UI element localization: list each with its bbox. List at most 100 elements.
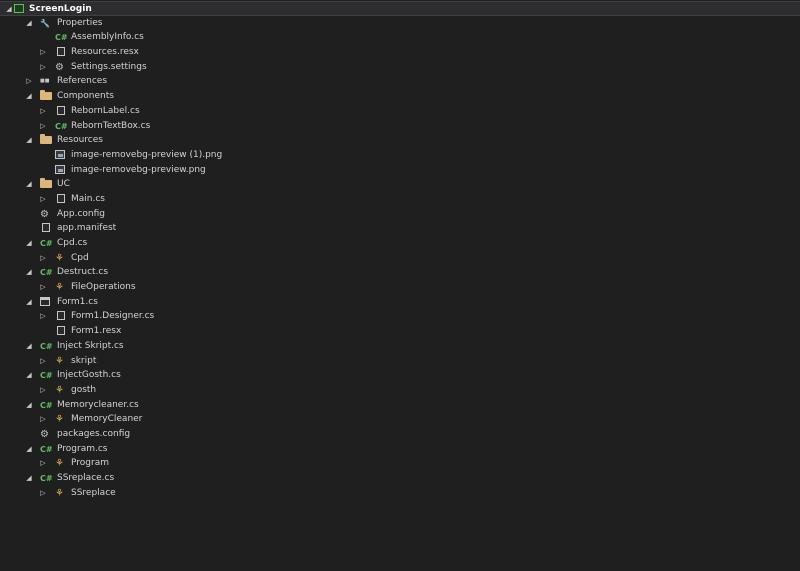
- tree-item-label: Cpd.cs: [57, 238, 88, 248]
- tree-item-label: image-removebg-preview.png: [71, 164, 206, 175]
- collapsed-chevron-icon[interactable]: ▷: [38, 45, 48, 60]
- tree-item[interactable]: ▷ ⚘ skript: [0, 354, 800, 369]
- tree-item[interactable]: ◢ ScreenLogin: [0, 1, 800, 16]
- tree-item-label: Form1.Designer.cs: [71, 311, 155, 322]
- tree-item[interactable]: ▷ ⚘ MemoryCleaner: [0, 412, 800, 427]
- expanded-chevron-icon[interactable]: ◢: [24, 177, 34, 192]
- csharp-file-icon: C#: [40, 400, 53, 410]
- tree-item[interactable]: ▷ Form1.Designer.cs: [0, 309, 800, 324]
- image-file-icon: [55, 149, 67, 161]
- collapsed-chevron-icon[interactable]: ▷: [38, 354, 48, 369]
- tree-item[interactable]: ▷ ⚘ FileOperations: [0, 280, 800, 295]
- tree-item[interactable]: ◢ C# Destruct.cs: [0, 265, 800, 280]
- collapsed-chevron-icon[interactable]: ▷: [38, 104, 48, 119]
- tree-item-label: SSreplace: [71, 487, 116, 498]
- tree-item[interactable]: ▷ ⚙ Settings.settings: [0, 60, 800, 75]
- collapsed-chevron-icon[interactable]: ▷: [24, 74, 34, 89]
- class-icon: ⚘: [55, 414, 64, 426]
- csharp-file-icon: C#: [40, 444, 53, 454]
- expanded-chevron-icon[interactable]: ◢: [24, 16, 34, 31]
- collapsed-chevron-icon[interactable]: ▷: [38, 309, 48, 324]
- tree-item-label: Form1.resx: [71, 326, 122, 337]
- csharp-file-icon: C#: [40, 268, 53, 278]
- tree-item-label: app.manifest: [57, 223, 117, 234]
- collapsed-chevron-icon[interactable]: ▷: [38, 383, 48, 398]
- csharp-file-icon: C#: [55, 121, 68, 131]
- tree-item[interactable]: ▷ ⚘ SSreplace: [0, 486, 800, 501]
- tree-item[interactable]: image-removebg-preview (1).png: [0, 148, 800, 163]
- expanded-chevron-icon[interactable]: ◢: [24, 442, 34, 457]
- tree-item[interactable]: ◢ Components: [0, 89, 800, 104]
- tree-item-label: Form1.cs: [57, 296, 98, 307]
- expanded-chevron-icon[interactable]: ◢: [4, 2, 14, 17]
- tree-item[interactable]: ▷ ■■ References: [0, 74, 800, 89]
- tree-item-label: Components: [57, 91, 114, 102]
- collapsed-chevron-icon[interactable]: ▷: [38, 119, 48, 134]
- tree-item[interactable]: ◢ C# Cpd.cs: [0, 236, 800, 251]
- expanded-chevron-icon[interactable]: ◢: [24, 265, 34, 280]
- resource-file-icon: [55, 47, 67, 58]
- tree-item-label: Resources.resx: [71, 47, 139, 58]
- tree-item-label: Destruct.cs: [57, 267, 109, 278]
- expanded-chevron-icon[interactable]: ◢: [24, 295, 34, 310]
- tree-item[interactable]: Form1.resx: [0, 324, 800, 339]
- collapsed-chevron-icon[interactable]: ▷: [38, 486, 48, 501]
- expanded-chevron-icon[interactable]: ◢: [24, 236, 34, 251]
- expanded-chevron-icon[interactable]: ◢: [24, 471, 34, 486]
- collapsed-chevron-icon[interactable]: ▷: [38, 60, 48, 75]
- collapsed-chevron-icon[interactable]: ▷: [38, 251, 48, 266]
- collapsed-chevron-icon[interactable]: ▷: [38, 280, 48, 295]
- tree-item-label: AssemblyInfo.cs: [71, 32, 144, 43]
- tree-item-label: FileOperations: [71, 282, 136, 293]
- tree-item-label: Resources: [57, 135, 103, 146]
- expanded-chevron-icon[interactable]: ◢: [24, 89, 34, 104]
- component-file-icon: [55, 105, 67, 117]
- expanded-chevron-icon[interactable]: ◢: [24, 339, 34, 354]
- tree-item[interactable]: C# AssemblyInfo.cs: [0, 30, 800, 45]
- tree-item-label: SSreplace.cs: [57, 473, 115, 483]
- tree-item[interactable]: ▷ Resources.resx: [0, 45, 800, 60]
- csharp-file-icon: C#: [40, 239, 53, 248]
- tree-item-label: UC: [57, 179, 70, 190]
- folder-icon: [40, 178, 52, 190]
- tree-item[interactable]: ▷ C# RebornTextBox.cs: [0, 119, 800, 134]
- tree-item[interactable]: ⚙ packages.config: [0, 427, 800, 442]
- tree-item[interactable]: ◢ 🔧 Properties: [0, 16, 800, 31]
- tree-item[interactable]: ▷ ⚘ Program: [0, 456, 800, 471]
- tree-item[interactable]: ▷ Main.cs: [0, 192, 800, 207]
- settings-gear-icon: ⚙: [55, 61, 64, 73]
- tree-item-label: MemoryCleaner: [71, 414, 143, 425]
- tree-item[interactable]: image-removebg-preview.png: [0, 163, 800, 178]
- collapsed-chevron-icon[interactable]: ▷: [38, 192, 48, 207]
- solution-explorer-tree: ◢ ScreenLogin ◢ 🔧 Properties C# AssemblyInfo.c…: [0, 1, 800, 500]
- tree-item[interactable]: ◢ Resources: [0, 133, 800, 148]
- tree-item[interactable]: ▷ ⚘ Cpd: [0, 251, 800, 266]
- tree-item[interactable]: ◢ C# InjectGosth.cs: [0, 368, 800, 383]
- tree-item-label: ScreenLogin: [29, 4, 92, 14]
- tree-item[interactable]: ◢ C# Memorycleaner.cs: [0, 398, 800, 413]
- image-file-icon: [55, 164, 67, 176]
- expanded-chevron-icon[interactable]: ◢: [24, 368, 34, 383]
- manifest-file-icon: [40, 223, 52, 234]
- tree-item-label: RebornTextBox.cs: [71, 120, 151, 131]
- tree-item[interactable]: ◢ UC: [0, 177, 800, 192]
- csharp-file-icon: C#: [40, 371, 53, 381]
- tree-item[interactable]: app.manifest: [0, 221, 800, 236]
- collapsed-chevron-icon[interactable]: ▷: [38, 456, 48, 471]
- tree-item[interactable]: ◢ C# SSreplace.cs: [0, 471, 800, 486]
- expanded-chevron-icon[interactable]: ◢: [24, 133, 34, 148]
- tree-item[interactable]: ⚙ App.config: [0, 207, 800, 222]
- tree-item[interactable]: ◢ Form1.cs: [0, 295, 800, 310]
- tree-item[interactable]: ▷ ⚘ gosth: [0, 383, 800, 398]
- form-file-icon: [40, 296, 52, 308]
- csharp-file-icon: C#: [40, 341, 53, 351]
- tree-item[interactable]: ▷ RebornLabel.cs: [0, 104, 800, 119]
- expanded-chevron-icon[interactable]: ◢: [24, 398, 34, 413]
- tree-item-label: RebornLabel.cs: [71, 105, 140, 116]
- collapsed-chevron-icon[interactable]: ▷: [38, 412, 48, 427]
- tree-item[interactable]: ◢ C# Program.cs: [0, 442, 800, 457]
- tree-item-label: References: [57, 76, 108, 87]
- tree-item-label: Cpd: [71, 252, 89, 263]
- config-file-icon: ⚙: [40, 208, 49, 220]
- tree-item[interactable]: ◢ C# Inject Skript.cs: [0, 339, 800, 354]
